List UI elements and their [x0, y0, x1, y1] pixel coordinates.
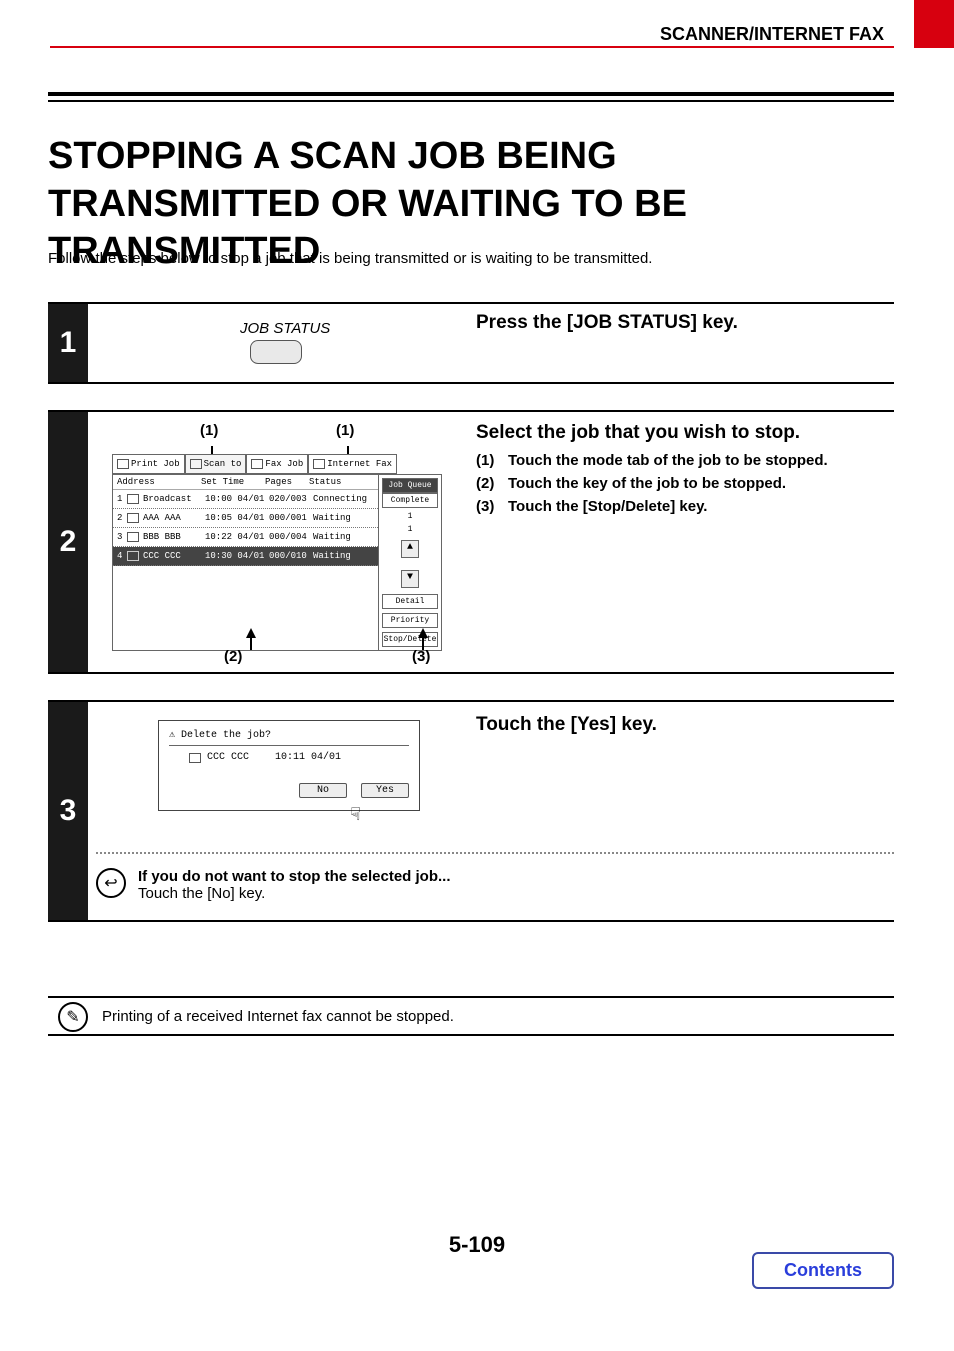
step2-top-rule — [48, 410, 894, 412]
intro-text: Follow the steps below to stop a job tha… — [48, 250, 894, 267]
mail-icon — [127, 551, 139, 561]
step-number-2: 2 — [48, 412, 88, 672]
contents-button[interactable]: Contents — [752, 1252, 894, 1289]
footnote-bottom-rule — [48, 1034, 894, 1036]
tab-scan-to[interactable]: Scan to — [185, 454, 247, 474]
step3-top-rule — [48, 700, 894, 702]
note-icon: ✎ — [58, 1002, 88, 1032]
scan-icon — [190, 459, 202, 469]
callout-1b: (1) — [336, 422, 354, 439]
header-rule — [50, 46, 894, 48]
step2-sub-2: (2)Touch the key of the job to be stoppe… — [476, 475, 894, 492]
header-accent — [914, 0, 954, 48]
step-number-1: 1 — [48, 304, 88, 382]
title-rule-top — [48, 92, 894, 96]
callout-1a: (1) — [200, 422, 218, 439]
job-queue-button[interactable]: Job Queue — [382, 478, 438, 493]
mail-icon — [127, 513, 139, 523]
dialog-job-time: 10:11 04/01 — [275, 752, 341, 763]
printer-icon — [117, 459, 129, 469]
job-status-screen: Print Job Scan to Fax Job Internet Fax A… — [112, 454, 442, 651]
step1-bottom-rule — [48, 382, 894, 384]
step1-top-rule — [48, 302, 894, 304]
dialog-job-name: CCC CCC — [207, 752, 249, 763]
step-number-3: 3 — [48, 702, 88, 920]
step3-instruction: Touch the [Yes] key. — [476, 714, 894, 736]
job-row[interactable]: 3 BBB BBB 10:22 04/01 000/004 Waiting — [113, 528, 378, 547]
step3-note: If you do not want to stop the selected … — [138, 868, 451, 902]
no-button[interactable]: No — [299, 783, 347, 798]
count-2: 1 — [382, 525, 438, 534]
footnote-top-rule — [48, 996, 894, 998]
callout-2-arrow — [246, 628, 256, 638]
tab-fax-job[interactable]: Fax Job — [246, 454, 308, 474]
job-row-selected[interactable]: 4 CCC CCC 10:30 04/01 000/010 Waiting — [113, 547, 378, 566]
touch-cursor-icon: ☟ — [350, 804, 361, 825]
title-rule-bottom — [48, 100, 894, 102]
detail-button[interactable]: Detail — [382, 594, 438, 609]
callout-3-arrow — [418, 628, 428, 638]
stop-delete-button[interactable]: Stop/Delete — [382, 632, 438, 647]
tab-internet-fax[interactable]: Internet Fax — [308, 454, 397, 474]
delete-dialog: ⚠Delete the job? CCC CCC 10:11 04/01 No … — [158, 720, 420, 811]
job-row[interactable]: 2 AAA AAA 10:05 04/01 000/001 Waiting — [113, 509, 378, 528]
step2-bottom-rule — [48, 672, 894, 674]
step2-sub-1: (1)Touch the mode tab of the job to be s… — [476, 452, 894, 469]
count-1: 1 — [382, 512, 438, 521]
callout-3: (3) — [412, 648, 430, 665]
tab-print-job[interactable]: Print Job — [112, 454, 185, 474]
return-icon: ↩ — [96, 868, 126, 898]
section-header: SCANNER/INTERNET FAX — [660, 24, 884, 45]
scroll-up-button[interactable]: ▲ — [401, 540, 419, 558]
warning-icon: ⚠ — [169, 729, 175, 741]
mail-icon — [189, 753, 201, 763]
yes-button[interactable]: Yes — [361, 783, 409, 798]
footnote-text: Printing of a received Internet fax cann… — [102, 1008, 894, 1025]
job-status-key — [250, 340, 302, 364]
broadcast-icon — [127, 494, 139, 504]
step3-divider — [96, 852, 894, 854]
step2-sub-3: (3)Touch the [Stop/Delete] key. — [476, 498, 894, 515]
scroll-down-button[interactable]: ▼ — [401, 570, 419, 588]
mail-icon — [127, 532, 139, 542]
step3-bottom-rule — [48, 920, 894, 922]
dialog-question: Delete the job? — [181, 730, 271, 741]
inet-fax-icon — [313, 459, 325, 469]
step2-instruction: Select the job that you wish to stop. — [476, 422, 894, 444]
callout-2: (2) — [224, 648, 242, 665]
fax-icon — [251, 459, 263, 469]
job-row[interactable]: 1 Broadcast 10:00 04/01 020/003 Connecti… — [113, 490, 378, 509]
priority-button[interactable]: Priority — [382, 613, 438, 628]
step1-instruction: Press the [JOB STATUS] key. — [476, 312, 894, 334]
complete-button[interactable]: Complete — [382, 493, 438, 508]
list-header: Address Set Time Pages Status — [113, 475, 378, 490]
job-status-label: JOB STATUS — [240, 320, 330, 337]
